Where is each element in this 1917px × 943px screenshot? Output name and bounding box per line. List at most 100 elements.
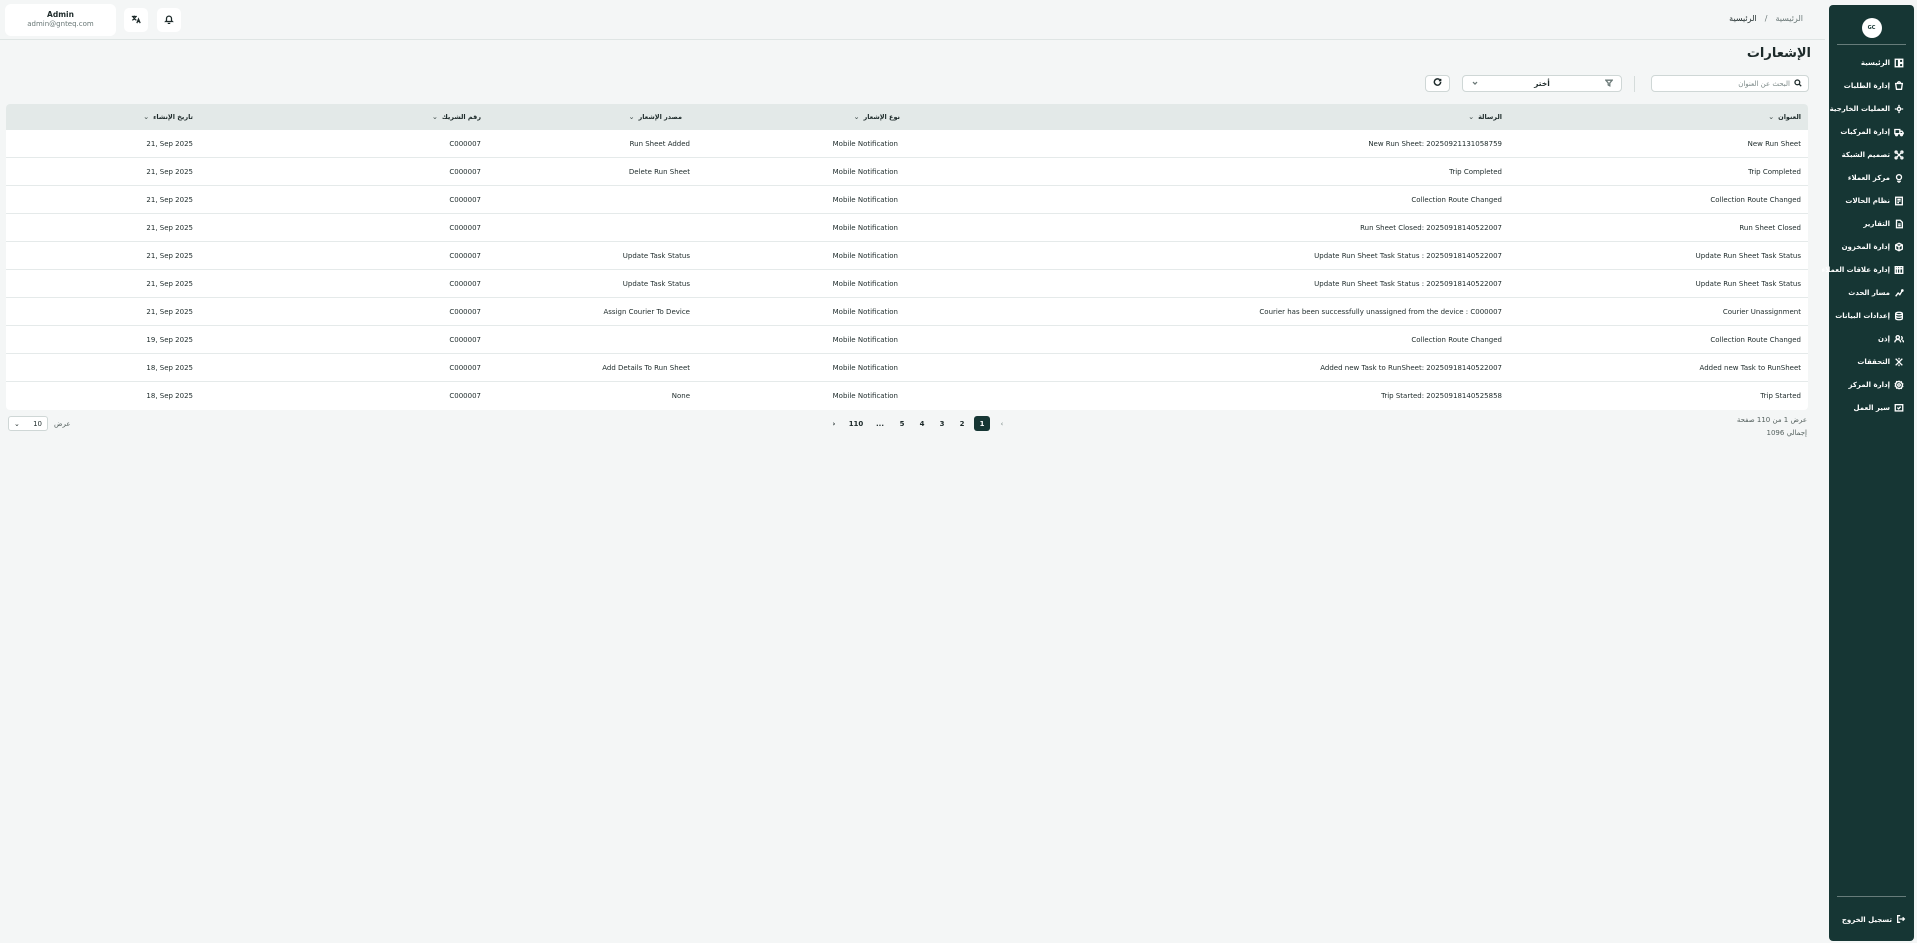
column-header[interactable]: رقم الشريك ⌄ [432,113,481,121]
table-cell: Update Task Status [622,279,690,288]
next-page-icon[interactable]: › [826,416,842,431]
column-header-label: الرسالة [1478,113,1502,121]
sidebar-item-orders[interactable]: إدارة الطلبات [1831,74,1908,97]
orders-icon [1894,80,1904,91]
permission-icon [1894,334,1904,344]
table-cell: Added new Task to RunSheet: 202509181405… [1320,363,1502,372]
table-cell: Courier Unassignment [1722,307,1801,316]
search-box [1651,75,1809,92]
table-cell: New Run Sheet [1747,139,1801,148]
search-input[interactable] [1660,79,1790,88]
table-row[interactable]: Courier Unassignment Courier has been suc… [6,298,1808,326]
page-title: الإشعارات [1746,46,1811,61]
page-button[interactable]: 5 [894,416,910,431]
sidebar-item-event-path[interactable]: مسار الحدث [1831,281,1908,304]
chevron-down-icon: ⌄ [431,113,438,121]
table-header: العنوان ⌄ الرسالة ⌄ نوع الإشعار ⌄ مصدر الإشعار… [6,104,1808,130]
crm-icon [1894,265,1904,275]
sidebar-item-label: إدارة الطلبات [1843,81,1890,90]
notifications-button[interactable] [157,8,181,32]
pagination-info: عرض 1 من 110 صفحة إجمالي 1096 [1737,414,1807,440]
page-button[interactable]: 2 [954,416,970,431]
chevron-down-icon: ⌄ [143,113,150,121]
customer-center-icon [1894,173,1904,183]
table-body: New Run Sheet New Run Sheet: 202509211310… [6,130,1808,410]
sidebar-item-database[interactable]: إعدادات البيانات [1831,304,1908,327]
table-cell: Courier has been successfully unassigned… [1259,307,1502,316]
page-button[interactable]: 4 [914,416,930,431]
table-cell: Run Sheet Closed: 20250918140522007 [1360,223,1502,232]
user-name: Admin [47,10,74,19]
table-cell: C000007 [449,307,481,316]
sidebar-item-label: مسار الحدث [1848,288,1890,297]
table-cell: Mobile Notification [832,139,898,148]
user-profile-card[interactable]: Admin admin@gnteq.com [5,4,116,36]
pagination-ellipsis: ... [876,419,884,428]
sidebar-item-truck[interactable]: إدارة المركبات [1831,120,1908,143]
page-button[interactable]: 3 [934,416,950,431]
breadcrumb-item-home[interactable]: الرئيسية [1729,14,1757,23]
language-toggle-button[interactable] [124,8,148,32]
table-row[interactable]: Added new Task to RunSheet Added new Task… [6,354,1808,382]
table-cell: Run Sheet Closed [1739,223,1801,232]
table-cell: Trip Completed [1748,167,1801,176]
sidebar-item-crm[interactable]: إدارة علاقات العملاء [1822,258,1908,281]
column-header[interactable]: العنوان ⌄ [1768,113,1801,121]
breadcrumb-item-current: الرئيسية [1775,14,1803,23]
table-cell: Mobile Notification [832,167,898,176]
sidebar-item-verification[interactable]: التحققات [1831,350,1908,373]
table-cell: Collection Route Changed [1710,195,1801,204]
table-cell: C000007 [449,167,481,176]
sidebar-item-customer-center[interactable]: مركز العملاء [1831,166,1908,189]
table-cell: Trip Started: 20250918140525858 [1381,392,1502,400]
table-row[interactable]: New Run Sheet New Run Sheet: 202509211310… [6,130,1808,158]
workflow-icon [1894,403,1904,413]
table-cell: New Run Sheet: 20250921131058759 [1368,139,1502,148]
table-cell: 18, Sep 2025 [146,363,193,372]
user-email: admin@gnteq.com [27,20,94,28]
table-cell: Mobile Notification [832,307,898,316]
column-header[interactable]: تاريخ الإنشاء ⌄ [143,113,193,121]
table-cell: Collection Route Changed [1411,195,1502,204]
logout-button[interactable]: تسجيل الخروج [1842,914,1906,926]
table-cell: 21, Sep 2025 [146,167,193,176]
page-button[interactable]: 110 [846,416,866,431]
table-row[interactable]: Run Sheet Closed Run Sheet Closed: 202509… [6,214,1808,242]
table-cell: Delete Run Sheet [628,167,690,176]
table-cell: Update Task Status [622,251,690,260]
chevron-down-icon: ⌄ [1468,113,1475,121]
table-cell: Run Sheet Added [629,139,690,148]
table-cell: Trip Started [1760,392,1801,400]
filter-select[interactable]: أختر [1462,75,1622,92]
table-cell: Mobile Notification [832,363,898,372]
chevron-down-icon: ⌄ [853,113,860,121]
table-row[interactable]: Update Run Sheet Task Status Update Run S… [6,270,1808,298]
page-button[interactable]: 1 [974,416,990,431]
table-row[interactable]: Collection Route Changed Collection Route… [6,186,1808,214]
column-header-label: تاريخ الإنشاء [153,113,193,121]
table-cell: Mobile Notification [832,335,898,344]
sidebar-item-workflow[interactable]: سير العمل [1831,396,1908,419]
sidebar-item-center-management[interactable]: إدارة المركز [1831,373,1908,396]
table-row[interactable]: Trip Completed Trip Completed Mobile Notif… [6,158,1808,186]
refresh-button[interactable] [1425,75,1450,92]
sidebar-item-reports[interactable]: التقارير [1831,212,1908,235]
column-header[interactable]: مصدر الإشعار ⌄ [629,113,682,121]
sidebar-item-label: التحققات [1857,357,1890,366]
previous-page-icon[interactable]: ‹ [994,416,1010,431]
sidebar: GC الرئيسية إدارة الطلبات العمليات الخارجي… [1822,5,1914,941]
sidebar-item-network[interactable]: تصميم الشبكة [1831,143,1908,166]
sidebar-item-permission[interactable]: إذن [1831,327,1908,350]
column-header[interactable]: نوع الإشعار ⌄ [854,113,900,121]
sidebar-item-status-system[interactable]: نظام الحالات [1831,189,1908,212]
table-row[interactable]: Trip Started Trip Started: 20250918140525… [6,382,1808,410]
per-page-select[interactable]: ⌄ 10 [8,416,48,431]
sidebar-item-inventory[interactable]: إدارة المخزون [1831,235,1908,258]
sidebar-item-dashboard[interactable]: الرئيسية [1831,51,1908,74]
sidebar-item-external-ops[interactable]: العمليات الخارجية [1830,97,1908,120]
per-page-value: 10 [33,419,42,428]
app-logo[interactable]: GC [1861,18,1882,38]
table-row[interactable]: Collection Route Changed Collection Route… [6,326,1808,354]
column-header[interactable]: الرسالة ⌄ [1468,113,1502,121]
table-row[interactable]: Update Run Sheet Task Status Update Run S… [6,242,1808,270]
